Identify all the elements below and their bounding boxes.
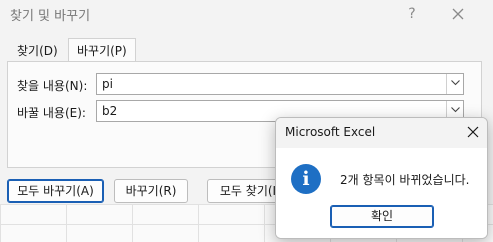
- replace-button[interactable]: 바꾸기(R): [114, 179, 188, 203]
- replace-label: 바꿀 내용(E):: [17, 106, 86, 120]
- replace-all-button[interactable]: 모두 바꾸기(A): [7, 179, 104, 203]
- message-box-body: i 2개 항목이 바뀌었습니다. 확인: [276, 148, 487, 238]
- ok-button[interactable]: 확인: [330, 205, 434, 228]
- tab-find[interactable]: 찾기(D): [9, 40, 66, 62]
- dialog-title: 찾기 및 바꾸기: [10, 9, 91, 24]
- close-icon: [467, 126, 479, 138]
- find-label: 찾을 내용(N):: [17, 79, 88, 93]
- chevron-down-icon: [450, 107, 460, 113]
- chevron-down-icon: [450, 80, 460, 86]
- message-box: Microsoft Excel i 2개 항목이 바뀌었습니다. 확인: [275, 117, 488, 239]
- info-icon: i: [291, 164, 321, 194]
- help-button[interactable]: ?: [399, 2, 425, 26]
- message-text: 2개 항목이 바뀌었습니다.: [340, 173, 470, 187]
- find-input[interactable]: pi: [96, 73, 464, 95]
- tab-replace[interactable]: 바꾸기(P): [68, 38, 136, 62]
- close-button[interactable]: [445, 2, 471, 26]
- find-history-dropdown[interactable]: [446, 74, 463, 94]
- message-box-title: Microsoft Excel: [285, 125, 376, 139]
- close-icon: [452, 8, 464, 20]
- message-box-close-button[interactable]: [462, 121, 484, 143]
